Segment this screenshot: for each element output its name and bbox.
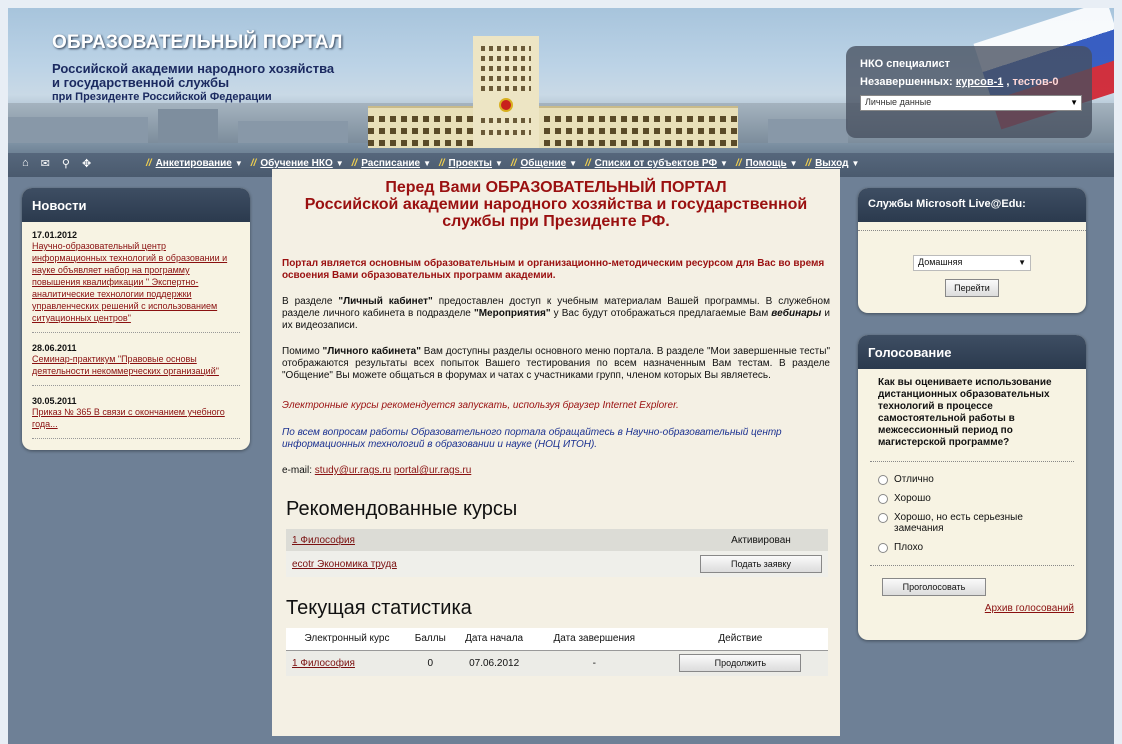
vote-submit-button[interactable]: Проголосовать [882,578,986,596]
main-content: Перед Вами ОБРАЗОВАТЕЛЬНЫЙ ПОРТАЛ Россий… [272,169,840,736]
user-name: НКО специалист [860,58,951,70]
home-icon[interactable]: ⌂ [22,157,29,170]
ms-service-select[interactable]: Домашняя ▼ [913,255,1031,271]
city-silhouette [768,119,848,143]
news-item: 17.01.2012 Научно-образовательный центр … [32,227,240,333]
email-study-link[interactable]: study@ur.rags.ru [315,465,391,476]
news-link[interactable]: Семинар-практикум "Правовые основы деяте… [32,354,219,376]
mail-icon[interactable]: ✉ [41,157,50,170]
apply-button[interactable]: Подать заявку [700,555,822,573]
intro-text: Портал является основным образовательным… [282,258,825,281]
browser-note: Электронные курсы рекомендуется запускат… [282,400,679,411]
course-status: Активирован [694,529,828,551]
menu-item-communication[interactable]: //Общение ▼ [511,158,577,169]
unfinished-stats: Незавершенных: курсов-1 , тестов-0 [860,76,1059,88]
dropdown-arrow-icon: ▼ [1070,98,1078,107]
portal-title[interactable]: ОБРАЗОВАТЕЛЬНЫЙ ПОРТАЛ [52,32,343,54]
table-header-row: Электронный курс Баллы Дата начала Дата … [286,628,828,651]
ms-live-panel: Службы Microsoft Live@Edu: Домашняя ▼ Пе… [858,188,1086,313]
news-link[interactable]: Приказ № 365 В связи с окончанием учебно… [32,407,225,429]
current-stats-title: Текущая статистика [286,597,472,619]
course-link[interactable]: 1 Философия [292,535,355,546]
ms-live-title: Службы Microsoft Live@Edu: [858,188,1086,222]
stats-table: Электронный курс Баллы Дата начала Дата … [286,628,828,676]
news-title: Новости [22,188,250,222]
dropdown-arrow-icon: ▼ [1018,258,1026,267]
academy-building-image [368,36,738,148]
search-icon[interactable]: ⚲ [62,157,70,170]
vote-title: Голосование [858,335,1086,369]
radio-button[interactable] [878,543,888,553]
personal-data-select[interactable]: Личные данные ▼ [860,95,1082,111]
radio-button[interactable] [878,494,888,504]
recommended-courses-table: 1 Философия Активирован ecotr Экономика … [286,529,828,577]
email-line: e-mail: study@ur.rags.ru portal@ur.rags.… [282,465,472,476]
news-item: 30.05.2011 Приказ № 365 В связи с оконча… [32,393,240,439]
table-row: 1 Философия Активирован [286,529,828,551]
menu-item-nko-training[interactable]: //Обучение НКО ▼ [251,158,344,169]
page-heading: Перед Вами ОБРАЗОВАТЕЛЬНЫЙ ПОРТАЛ Россий… [304,179,808,230]
vote-option[interactable]: Отлично [858,470,1086,489]
sections-text: Помимо "Личного кабинета" Вам доступны р… [282,346,830,381]
city-silhouette [238,121,348,143]
vote-question: Как вы оцениваете использование дистанци… [878,377,1052,448]
email-portal-link[interactable]: portal@ur.rags.ru [394,465,471,476]
radio-button[interactable] [878,513,888,523]
site-header: ОБРАЗОВАТЕЛЬНЫЙ ПОРТАЛ Российской академ… [8,8,1114,153]
recommended-courses-title: Рекомендованные курсы [286,498,518,520]
menu-item-region-lists[interactable]: //Списки от субъектов РФ ▼ [585,158,728,169]
portal-subtitle: Российской академии народного хозяйства … [52,61,335,104]
vote-archive-link[interactable]: Архив голосований [985,603,1074,614]
news-date: 30.05.2011 [32,396,77,406]
course-link[interactable]: 1 Философия [292,658,355,669]
user-panel: НКО специалист Незавершенных: курсов-1 ,… [846,46,1092,138]
course-link[interactable]: ecotr Экономика труда [292,559,397,570]
vote-option[interactable]: Плохо [858,538,1086,557]
table-row: 1 Философия 0 07.06.2012 - Продолжить [286,650,828,676]
go-button[interactable]: Перейти [945,279,999,297]
vote-option[interactable]: Хорошо, но есть серьезные замечания [858,508,1086,538]
vote-option[interactable]: Хорошо [858,489,1086,508]
menu-item-schedule[interactable]: //Расписание ▼ [352,158,431,169]
news-item: 28.06.2011 Семинар-практикум "Правовые о… [32,340,240,386]
table-row: ecotr Экономика труда Подать заявку [286,551,828,577]
settings-icon[interactable]: ✥ [82,157,91,170]
menu-item-projects[interactable]: //Проекты ▼ [439,158,503,169]
news-panel: Новости 17.01.2012 Научно-образовательны… [22,188,250,450]
news-link[interactable]: Научно-образовательный центр информацион… [32,241,227,323]
personal-cabinet-text: В разделе "Личный кабинет" предоставлен … [282,296,830,331]
city-silhouette [158,109,218,143]
emblem-icon [499,98,513,112]
menu-item-help[interactable]: //Помощь ▼ [736,158,798,169]
radio-button[interactable] [878,475,888,485]
vote-panel: Голосование Как вы оцениваете использова… [858,335,1086,640]
city-silhouette [8,117,148,143]
support-note: По всем вопросам работы Образовательного… [282,427,782,450]
menu-item-survey[interactable]: //Анкетирование ▼ [146,158,243,169]
unfinished-courses-link[interactable]: курсов-1 [956,76,1004,88]
news-date: 17.01.2012 [32,230,78,240]
news-date: 28.06.2011 [32,343,77,353]
menu-item-logout[interactable]: //Выход ▼ [806,158,860,169]
continue-button[interactable]: Продолжить [679,654,802,673]
unfinished-tests-link[interactable]: тестов-0 [1013,76,1059,88]
